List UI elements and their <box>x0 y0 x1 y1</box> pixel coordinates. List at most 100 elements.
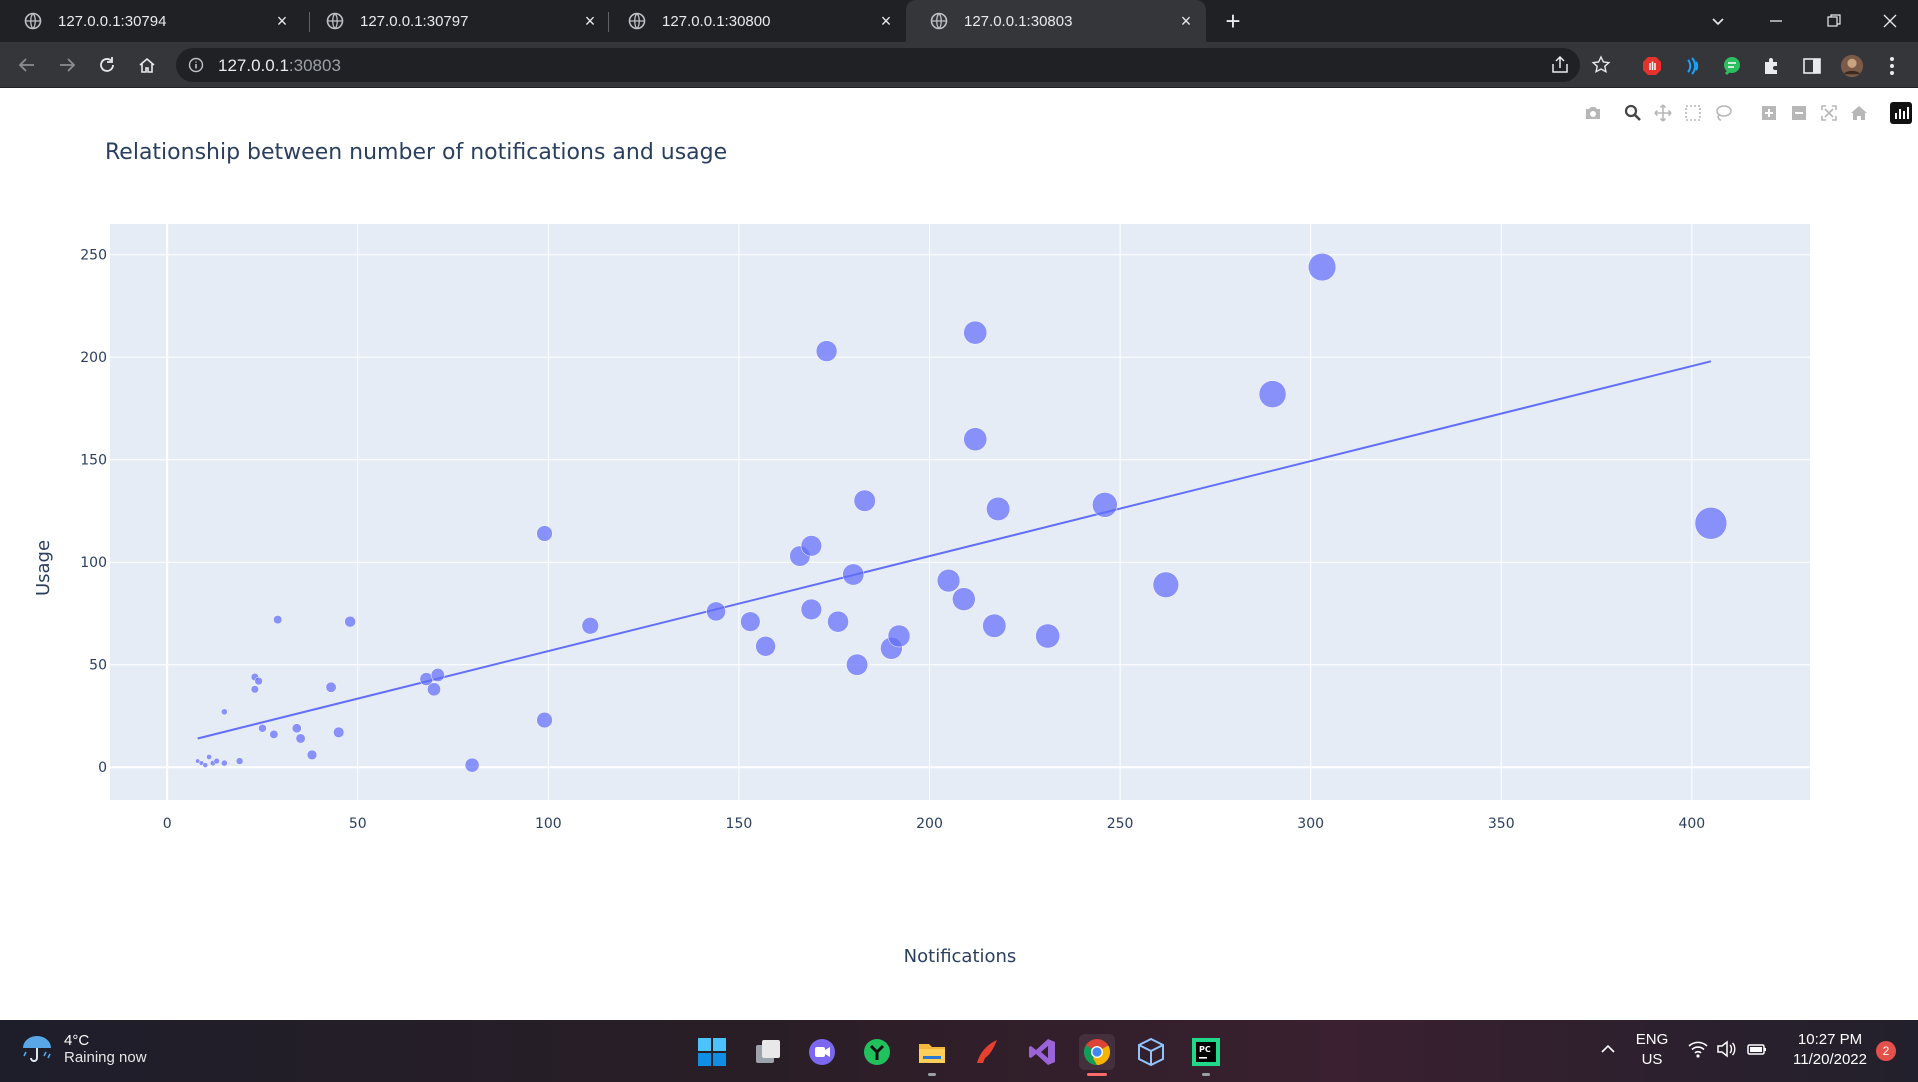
extension-wave[interactable] <box>1680 54 1704 78</box>
forward-button[interactable] <box>52 50 82 80</box>
data-point[interactable] <box>986 496 1011 521</box>
data-point[interactable] <box>427 682 441 697</box>
back-button[interactable] <box>12 50 42 80</box>
task-view-button[interactable] <box>750 1034 786 1070</box>
data-point[interactable] <box>1308 252 1337 282</box>
data-point[interactable] <box>221 708 228 716</box>
chrome-menu-button[interactable] <box>1880 54 1904 78</box>
app-green-button[interactable] <box>859 1034 895 1070</box>
home-button[interactable] <box>132 50 162 80</box>
data-point[interactable] <box>344 615 356 628</box>
data-point[interactable] <box>202 762 209 768</box>
data-point[interactable] <box>706 601 726 622</box>
data-point[interactable] <box>846 653 869 676</box>
data-point[interactable] <box>800 598 822 620</box>
minimize-button[interactable] <box>1746 0 1806 42</box>
pycharm-button[interactable]: PC <box>1188 1034 1224 1076</box>
weather-widget[interactable]: 4°C Raining now <box>20 1032 147 1066</box>
chrome-button[interactable] <box>1079 1034 1115 1076</box>
url-host: 127.0.0.1 <box>218 56 289 75</box>
data-point[interactable] <box>536 525 553 542</box>
data-point[interactable] <box>273 615 283 625</box>
data-point[interactable] <box>291 723 302 734</box>
data-point[interactable] <box>963 427 988 452</box>
tab-close-icon[interactable]: × <box>1174 11 1198 32</box>
data-point[interactable] <box>936 569 961 593</box>
data-point[interactable] <box>842 563 865 586</box>
clock[interactable]: 10:27 PM 11/20/2022 <box>1786 1030 1874 1070</box>
virtualbox-button[interactable] <box>1133 1034 1169 1070</box>
data-point[interactable] <box>1035 623 1060 649</box>
data-point[interactable] <box>740 611 761 632</box>
data-point[interactable] <box>333 726 345 738</box>
tab-3[interactable]: 127.0.0.1:30800 × <box>604 0 906 42</box>
data-point[interactable] <box>1092 492 1118 518</box>
clock-time: 10:27 PM <box>1797 1031 1863 1048</box>
data-point[interactable] <box>800 535 822 557</box>
reload-icon <box>100 57 114 72</box>
data-point[interactable] <box>221 759 228 767</box>
globe-icon <box>24 12 42 30</box>
visual-studio-button[interactable] <box>1024 1034 1060 1070</box>
tab-1[interactable]: 127.0.0.1:30794 × <box>0 0 302 42</box>
tab-4-active[interactable]: 127.0.0.1:30803 × <box>906 0 1206 42</box>
tab-2[interactable]: 127.0.0.1:30797 × <box>302 0 610 42</box>
battery-icon[interactable] <box>1746 1040 1768 1058</box>
data-point[interactable] <box>250 685 259 694</box>
data-point[interactable] <box>1152 571 1179 598</box>
info-icon[interactable] <box>188 57 204 73</box>
app-red-button[interactable] <box>969 1034 1005 1070</box>
data-point[interactable] <box>755 636 776 657</box>
y-axis-title: Usage <box>33 540 54 596</box>
new-tab-button[interactable]: + <box>1218 7 1248 37</box>
data-point[interactable] <box>581 617 599 635</box>
data-point[interactable] <box>1258 380 1287 408</box>
data-point[interactable] <box>982 613 1007 638</box>
data-point[interactable] <box>295 733 306 744</box>
language-indicator[interactable]: ENG US <box>1632 1030 1672 1070</box>
data-point[interactable] <box>887 624 911 648</box>
profile-avatar[interactable] <box>1840 54 1864 78</box>
data-point[interactable] <box>235 757 244 765</box>
data-point[interactable] <box>1694 507 1728 540</box>
chevron-up-icon[interactable] <box>1600 1042 1616 1054</box>
data-point[interactable] <box>325 681 337 693</box>
data-point[interactable] <box>952 587 976 611</box>
extension-chat[interactable] <box>1720 54 1744 78</box>
data-point[interactable] <box>206 754 212 760</box>
start-button[interactable] <box>694 1034 730 1070</box>
tab-search-button[interactable] <box>1688 0 1748 42</box>
tab-close-icon[interactable]: × <box>874 11 898 32</box>
extension-adblock[interactable] <box>1640 54 1664 78</box>
bookmark-star-icon[interactable] <box>1591 55 1611 75</box>
data-point[interactable] <box>963 320 988 345</box>
data-point[interactable] <box>853 489 876 512</box>
data-point[interactable] <box>213 757 220 765</box>
task-view-icon <box>756 1040 780 1063</box>
close-window-button[interactable] <box>1862 0 1918 42</box>
restore-button[interactable] <box>1804 0 1864 42</box>
x-tick-label: 350 <box>1488 816 1515 832</box>
tab-close-icon[interactable]: × <box>270 11 294 32</box>
data-point[interactable] <box>254 676 263 686</box>
wifi-icon[interactable] <box>1688 1040 1708 1058</box>
notification-badge[interactable]: 2 <box>1876 1041 1896 1061</box>
reload-button[interactable] <box>92 50 122 80</box>
data-point[interactable] <box>306 749 318 761</box>
data-point[interactable] <box>258 724 267 733</box>
scatter-plot[interactable]: 0 50 100 150 200 250 300 350 400 0 50 100 150 200 250… <box>0 88 1918 1020</box>
extensions-button[interactable] <box>1760 54 1784 78</box>
tab-close-icon[interactable]: × <box>578 11 602 32</box>
data-point[interactable] <box>827 610 849 633</box>
data-point[interactable] <box>815 340 838 362</box>
share-icon[interactable] <box>1550 56 1570 74</box>
volume-icon[interactable] <box>1716 1040 1736 1058</box>
teams-chat-button[interactable] <box>804 1034 840 1070</box>
side-panel-button[interactable] <box>1800 54 1824 78</box>
file-explorer-button[interactable] <box>914 1034 950 1076</box>
data-point[interactable] <box>269 729 279 739</box>
data-point[interactable] <box>430 668 445 682</box>
data-point[interactable] <box>536 711 553 729</box>
address-bar[interactable]: 127.0.0.1:30803 <box>176 48 1580 82</box>
data-point[interactable] <box>464 757 480 773</box>
